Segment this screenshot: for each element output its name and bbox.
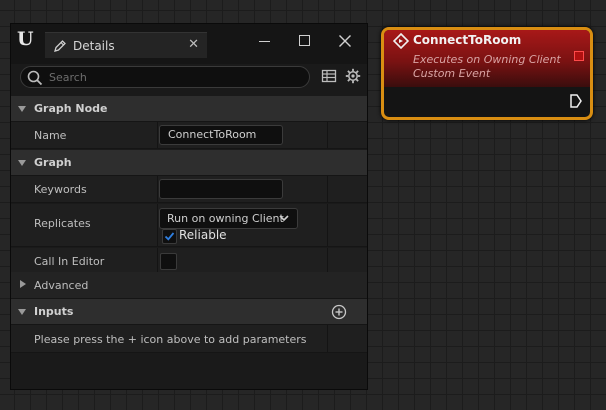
unreal-logo-icon: U xyxy=(17,28,34,50)
settings-gear-icon[interactable] xyxy=(345,68,363,86)
delegate-pin-icon[interactable] xyxy=(574,51,584,61)
table-view-icon[interactable] xyxy=(321,68,339,86)
node-title: ConnectToRoom xyxy=(413,33,522,47)
category-advanced-label: Advanced xyxy=(34,279,89,292)
node-subtitle-2: Custom Event xyxy=(413,67,491,80)
exec-output-pin-icon[interactable] xyxy=(570,94,582,108)
search-icon xyxy=(27,70,43,86)
node-subtitle-1: Executes on Owning Client xyxy=(413,53,561,66)
details-panel: U Details ✕ Search Graph Node Name Conne… xyxy=(10,23,368,390)
custom-event-node[interactable]: ConnectToRoom Executes on Owning Client … xyxy=(381,27,593,120)
property-keywords-label: Keywords xyxy=(34,183,87,196)
details-toolbar xyxy=(11,64,367,92)
keywords-field[interactable] xyxy=(159,179,283,199)
collapse-arrow-icon xyxy=(18,309,26,315)
property-name-label: Name xyxy=(34,129,67,142)
property-row-replicates: Replicates Run on owning Client Reliable xyxy=(11,204,367,247)
call-in-editor-checkbox[interactable] xyxy=(160,253,177,270)
property-row-call-in-editor: Call In Editor xyxy=(11,248,367,275)
category-graph-label: Graph xyxy=(34,156,72,169)
category-inputs-label: Inputs xyxy=(34,305,74,318)
pencil-icon xyxy=(53,39,67,53)
inputs-hint-text: Please press the + icon above to add par… xyxy=(34,333,307,346)
tab-details-label: Details xyxy=(73,39,115,53)
category-inputs[interactable]: Inputs xyxy=(11,299,367,325)
replicates-dropdown[interactable]: Run on owning Client xyxy=(159,208,298,229)
inputs-hint-row: Please press the + icon above to add par… xyxy=(11,325,367,353)
minimize-button[interactable] xyxy=(251,32,279,52)
property-replicates-label: Replicates xyxy=(34,217,91,230)
collapse-arrow-icon xyxy=(18,160,26,166)
tab-details[interactable]: Details ✕ xyxy=(45,32,207,58)
search-input[interactable] xyxy=(49,69,299,85)
event-diamond-icon xyxy=(393,33,409,49)
category-graph-node-label: Graph Node xyxy=(34,102,108,115)
name-field[interactable]: ConnectToRoom xyxy=(159,125,283,145)
panel-titlebar: U Details ✕ xyxy=(11,24,367,64)
property-row-name: Name ConnectToRoom xyxy=(11,122,367,149)
node-header: ConnectToRoom Executes on Owning Client … xyxy=(384,30,590,87)
reliable-checkbox[interactable] xyxy=(162,229,177,244)
tab-close-icon[interactable]: ✕ xyxy=(188,37,199,52)
maximize-button[interactable] xyxy=(291,32,319,52)
collapse-arrow-icon xyxy=(18,106,26,112)
close-window-button[interactable] xyxy=(331,32,359,52)
category-advanced[interactable]: Advanced xyxy=(11,272,367,299)
category-graph-node[interactable]: Graph Node xyxy=(11,96,367,122)
chevron-down-icon xyxy=(279,215,289,222)
category-graph[interactable]: Graph xyxy=(11,150,367,176)
property-call-in-editor-label: Call In Editor xyxy=(34,255,105,268)
replicates-dropdown-value: Run on owning Client xyxy=(167,212,284,225)
add-parameter-icon[interactable] xyxy=(331,304,347,320)
checkmark-icon xyxy=(164,232,175,241)
expand-arrow-icon xyxy=(20,280,26,288)
property-row-keywords: Keywords xyxy=(11,176,367,203)
search-box xyxy=(20,66,310,88)
close-icon xyxy=(339,35,351,47)
reliable-label: Reliable xyxy=(179,228,227,242)
